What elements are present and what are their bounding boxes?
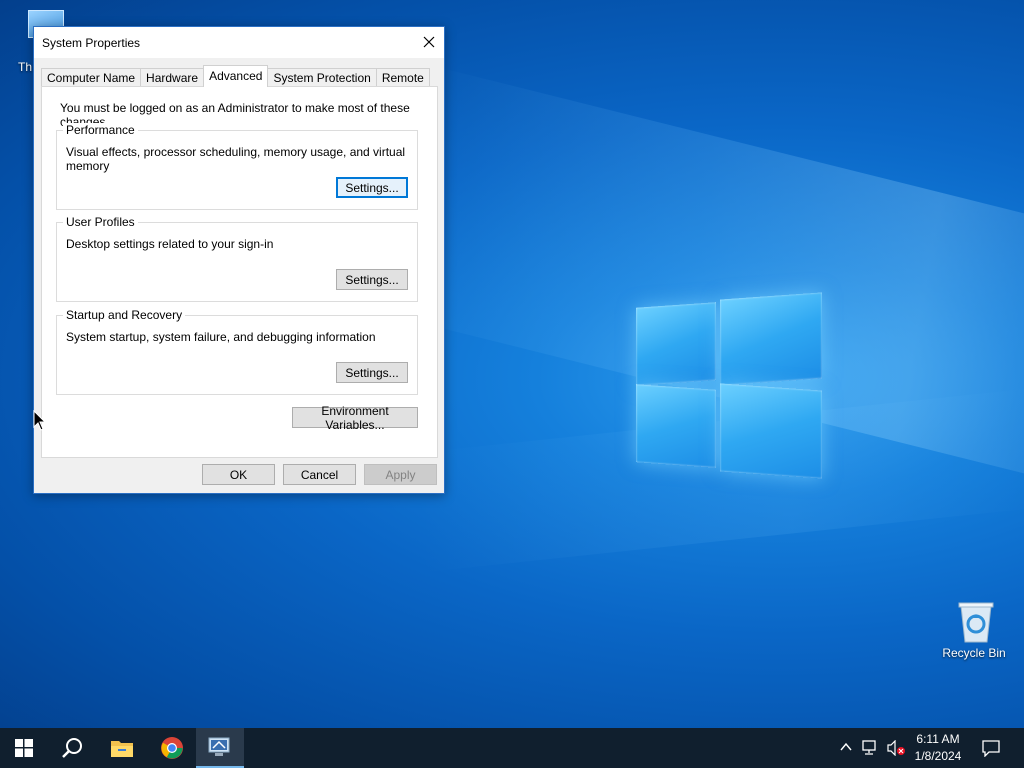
tab-system-protection[interactable]: System Protection [267, 68, 377, 87]
chrome-button[interactable] [148, 728, 196, 768]
clock-time[interactable]: 6:11 AM [908, 732, 968, 746]
mouse-cursor-icon [33, 410, 47, 431]
user-profiles-settings-button[interactable]: Settings... [336, 269, 408, 290]
volume-muted-icon[interactable] [886, 740, 906, 756]
tab-advanced[interactable]: Advanced [203, 65, 269, 87]
user-profiles-legend: User Profiles [63, 215, 138, 229]
tab-strip: Computer Name Hardware Advanced System P… [41, 65, 430, 87]
taskbar: 6:11 AM 1/8/2024 [0, 728, 1024, 768]
dialog-titlebar[interactable]: System Properties [34, 27, 444, 58]
windows-logo-wallpaper [636, 290, 822, 480]
action-center-notification-icon[interactable] [982, 740, 1000, 757]
tab-hardware[interactable]: Hardware [140, 68, 205, 87]
close-button[interactable] [414, 27, 444, 57]
advanced-tab-panel: You must be logged on as an Administrato… [41, 86, 438, 458]
search-icon [62, 738, 82, 758]
chrome-icon [161, 737, 183, 759]
system-properties-taskbar-button[interactable] [196, 728, 244, 768]
environment-variables-button[interactable]: Environment Variables... [292, 404, 418, 432]
close-icon [423, 36, 435, 48]
recycle-bin-icon [957, 600, 994, 643]
performance-group: Performance Visual effects, processor sc… [56, 123, 418, 210]
file-explorer-icon [111, 741, 133, 757]
startup-recovery-group: Startup and Recovery System startup, sys… [56, 308, 418, 395]
user-profiles-group: User Profiles Desktop settings related t… [56, 215, 418, 302]
system-properties-icon [208, 737, 230, 756]
start-icon [15, 739, 33, 757]
startup-recovery-description: System startup, system failure, and debu… [66, 330, 376, 344]
start-button[interactable] [0, 728, 48, 768]
performance-description: Visual effects, processor scheduling, me… [66, 145, 406, 173]
system-properties-dialog: System Properties Computer Name Hardware… [33, 26, 445, 494]
startup-recovery-settings-button[interactable]: Settings... [336, 362, 408, 383]
recycle-bin[interactable]: Recycle Bin [939, 600, 1009, 660]
tab-computer-name[interactable]: Computer Name [41, 68, 142, 87]
network-icon[interactable] [862, 740, 880, 756]
cancel-button[interactable]: Cancel [283, 464, 356, 485]
recycle-bin-label: Recycle Bin [942, 646, 1006, 660]
clock-date[interactable]: 1/8/2024 [908, 749, 968, 763]
dialog-title: System Properties [42, 36, 141, 50]
performance-settings-button[interactable]: Settings... [336, 177, 408, 198]
search-button[interactable] [48, 728, 96, 768]
ok-button[interactable]: OK [202, 464, 275, 485]
this-pc-label: Th [18, 60, 33, 74]
apply-button[interactable]: Apply [364, 464, 437, 485]
performance-legend: Performance [63, 123, 138, 137]
user-profiles-description: Desktop settings related to your sign-in [66, 237, 274, 251]
startup-recovery-legend: Startup and Recovery [63, 308, 186, 322]
tab-remote[interactable]: Remote [375, 68, 430, 87]
show-hidden-icons-chevron-up-icon[interactable] [840, 742, 852, 752]
file-explorer-button[interactable] [98, 728, 146, 768]
